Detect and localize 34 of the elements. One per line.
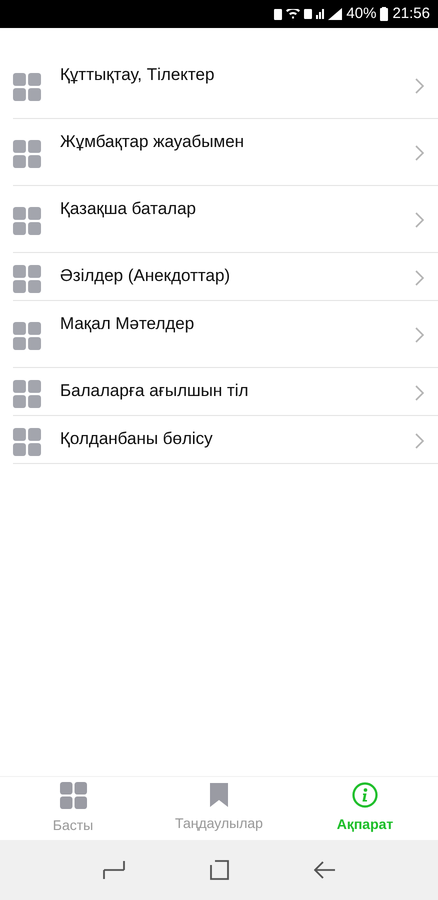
- chevron-icon: [415, 433, 424, 449]
- menu-item[interactable]: Қазақша баталар: [13, 186, 438, 253]
- grid-icon: [13, 322, 41, 350]
- menu-item[interactable]: Мақал Мәтелдер: [13, 301, 438, 368]
- signal-icon: [316, 9, 324, 19]
- grid-icon: [13, 73, 41, 101]
- recent-apps-icon[interactable]: [102, 860, 126, 880]
- chevron-icon: [415, 212, 424, 228]
- menu-item[interactable]: Құттықтау, Тілектер: [13, 52, 438, 119]
- grid-icon: [13, 265, 41, 293]
- chevron-icon: [415, 385, 424, 401]
- info-icon: [352, 782, 378, 808]
- clock: 21:56: [392, 4, 430, 24]
- battery-icon: [380, 7, 388, 21]
- home-icon[interactable]: [210, 860, 230, 880]
- menu-item[interactable]: Әзілдер (Анекдоттар): [13, 253, 438, 301]
- battery-percent: 40%: [346, 4, 376, 24]
- grid-icon: [13, 207, 41, 235]
- menu-item[interactable]: Қолданбаны бөлісу: [13, 416, 438, 464]
- grid-icon: [13, 140, 41, 168]
- wifi-icon: [286, 9, 300, 19]
- chevron-icon: [415, 145, 424, 161]
- menu-item[interactable]: Балаларға ағылшын тіл: [13, 368, 438, 416]
- grid-icon: [60, 782, 86, 808]
- bookmark-icon: [210, 783, 228, 807]
- signal-icon: [328, 8, 342, 20]
- sim-icon: [304, 9, 312, 19]
- chevron-icon: [415, 270, 424, 286]
- chevron-icon: [415, 78, 424, 94]
- back-icon[interactable]: [314, 861, 336, 879]
- menu-item[interactable]: Жұмбақтар жауабымен: [13, 119, 438, 186]
- grid-icon: [13, 428, 41, 456]
- chevron-icon: [415, 327, 424, 343]
- grid-icon: [13, 380, 41, 408]
